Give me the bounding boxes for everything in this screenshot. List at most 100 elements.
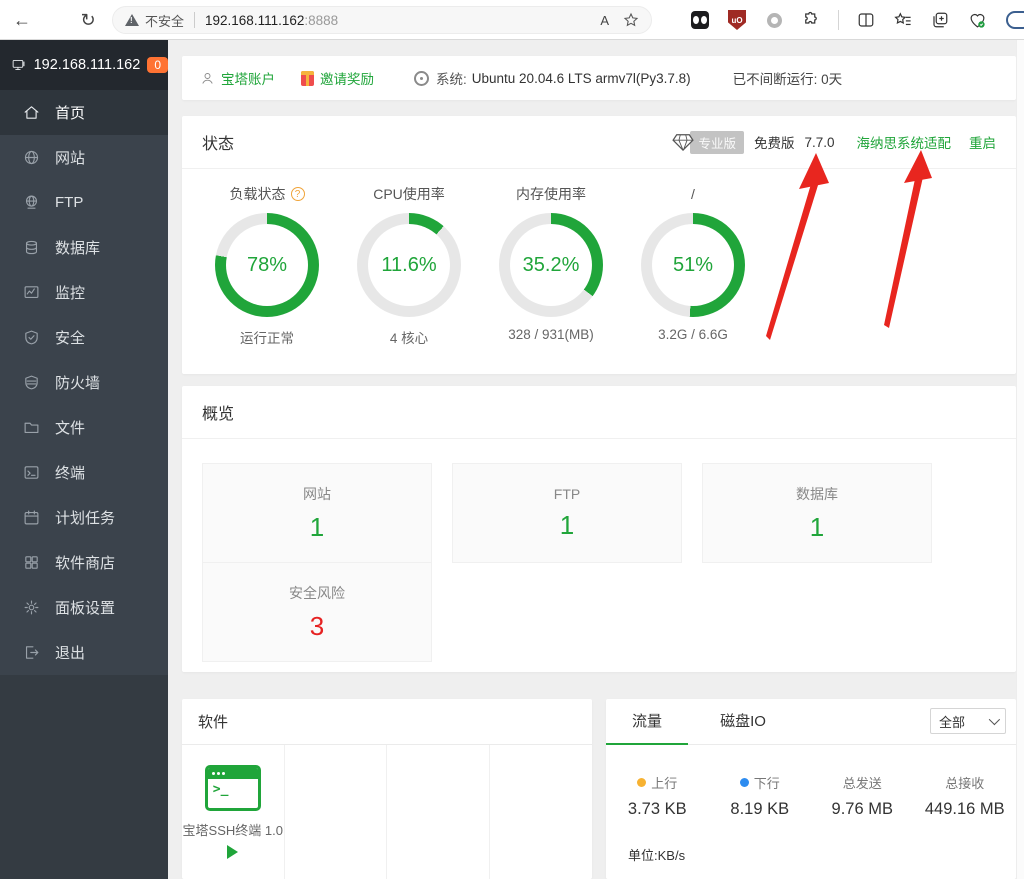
box-label: FTP xyxy=(554,486,580,502)
stat-value: 9.76 MB xyxy=(832,800,893,819)
pro-version-badge[interactable]: 专业版 xyxy=(690,131,744,154)
free-version-label: 免费版 xyxy=(754,132,795,152)
sidebar-item-logout[interactable]: 退出 xyxy=(0,630,168,675)
sidebar-item-label: 网站 xyxy=(55,147,85,168)
sidebar-item-terminal[interactable]: 终端 xyxy=(0,450,168,495)
overview-box-website[interactable]: 网站 1 xyxy=(202,463,432,563)
sidebar-item-security[interactable]: 安全 xyxy=(0,315,168,360)
stat-total-received: 总接收 449.16 MB xyxy=(914,773,1017,819)
not-secure-label[interactable]: 不安全 xyxy=(145,11,184,30)
user-icon xyxy=(200,71,215,86)
sidebar-item-settings[interactable]: 面板设置 xyxy=(0,585,168,630)
overview-title: 概览 xyxy=(202,400,234,424)
database-icon xyxy=(22,239,40,257)
stat-value: 449.16 MB xyxy=(925,800,1005,819)
ublock-shield-icon[interactable]: uO xyxy=(727,10,747,30)
gear-icon xyxy=(22,599,40,617)
gauges-row: 负载状态? 78% 运行正常 CPU使用率 11.6% 4 核心 内存使用率 3… xyxy=(182,169,1016,347)
not-secure-warning-icon xyxy=(125,14,139,26)
server-monitor-icon xyxy=(12,56,26,74)
gauge-sub: 328 / 931(MB) xyxy=(508,327,594,342)
traffic-filter-select[interactable]: 全部 xyxy=(930,708,1006,734)
help-icon[interactable]: ? xyxy=(291,187,305,201)
read-aloud-icon[interactable]: A xyxy=(600,13,609,28)
stat-upstream: 上行 3.73 KB xyxy=(606,773,709,819)
restart-link[interactable]: 重启 xyxy=(969,132,996,152)
home-icon xyxy=(22,104,40,122)
load-ring[interactable]: 78% xyxy=(215,213,319,317)
url-host[interactable]: 192.168.111.162 xyxy=(205,13,304,28)
hinas-adapt-link[interactable]: 海纳思系统适配 xyxy=(857,132,952,152)
filter-value: 全部 xyxy=(939,712,965,731)
back-icon[interactable]: ← xyxy=(10,8,34,32)
software-card: 软件 >_ 宝塔SSH终端 1.0 xyxy=(182,699,592,879)
extension-ring-icon[interactable] xyxy=(764,10,784,30)
cpu-ring[interactable]: 11.6% xyxy=(357,213,461,317)
overview-box-risk[interactable]: 安全风险 3 xyxy=(202,562,432,662)
baota-account-link[interactable]: 宝塔账户 xyxy=(221,68,275,88)
page-scrollbar[interactable] xyxy=(1016,40,1024,879)
overview-box-ftp[interactable]: FTP 1 xyxy=(452,463,682,563)
message-count-badge[interactable]: 0 xyxy=(147,57,168,73)
sidebar-item-appstore[interactable]: 软件商店 xyxy=(0,540,168,585)
divider xyxy=(194,12,195,28)
sidebar-item-firewall[interactable]: 防火墙 xyxy=(0,360,168,405)
box-count: 3 xyxy=(310,611,324,642)
ssh-terminal-app-icon[interactable]: >_ xyxy=(205,765,261,811)
copilot-cloud-icon[interactable] xyxy=(1004,10,1024,30)
globe-icon xyxy=(22,149,40,167)
collections-icon[interactable] xyxy=(930,10,950,30)
sidebar-item-label: 退出 xyxy=(55,642,85,663)
sidebar-item-website[interactable]: 网站 xyxy=(0,135,168,180)
sidebar-item-label: 面板设置 xyxy=(55,597,115,618)
firewall-shield-icon xyxy=(22,374,40,392)
extension-dark-icon[interactable] xyxy=(690,10,710,30)
sidebar-item-database[interactable]: 数据库 xyxy=(0,225,168,270)
gift-icon xyxy=(301,71,314,86)
gauge-sub: 4 核心 xyxy=(390,327,428,347)
uptime-text: 已不间断运行: 0天 xyxy=(733,68,843,88)
overview-box-database[interactable]: 数据库 1 xyxy=(702,463,932,563)
tab-diskio[interactable]: 磁盘IO xyxy=(702,699,784,745)
folder-icon xyxy=(22,419,40,437)
sidebar-item-files[interactable]: 文件 xyxy=(0,405,168,450)
software-cell-empty xyxy=(285,745,388,879)
browser-essentials-icon[interactable] xyxy=(967,10,987,30)
url-port: :8888 xyxy=(304,13,338,28)
disk-ring[interactable]: 51% xyxy=(641,213,745,317)
sidebar-item-ftp[interactable]: FTP xyxy=(0,180,168,225)
refresh-icon[interactable]: ↻ xyxy=(76,8,100,32)
gauge-cpu: CPU使用率 11.6% 4 核心 xyxy=(338,183,480,347)
sidebar-item-label: FTP xyxy=(55,194,83,211)
invite-reward-link[interactable]: 邀请奖励 xyxy=(320,68,374,88)
gauge-title: / xyxy=(691,186,695,202)
sidebar-item-cron[interactable]: 计划任务 xyxy=(0,495,168,540)
panel-version: 7.7.0 xyxy=(804,135,834,150)
sidebar: 192.168.111.162 0 首页 网站 FTP 数据库 监控 安全 xyxy=(0,40,168,879)
box-label: 数据库 xyxy=(796,484,838,504)
favorites-list-icon[interactable] xyxy=(893,10,913,30)
gauge-title: 负载状态 xyxy=(230,184,286,204)
sidebar-item-monitor[interactable]: 监控 xyxy=(0,270,168,315)
favorite-star-icon[interactable] xyxy=(623,12,639,28)
sidebar-menu: 首页 网站 FTP 数据库 监控 安全 防火墙 文件 xyxy=(0,90,168,675)
memory-ring[interactable]: 35.2% xyxy=(499,213,603,317)
logout-icon xyxy=(22,644,40,662)
browser-toolbar: ← ↻ 不安全 192.168.111.162 :8888 A uO xyxy=(0,0,1024,40)
terminal-icon xyxy=(22,464,40,482)
gauge-percent: 78% xyxy=(247,254,287,277)
gauge-sub: 3.2G / 6.6G xyxy=(658,327,728,342)
upstream-dot-icon xyxy=(637,778,646,787)
app-grid-icon xyxy=(22,554,40,572)
play-icon[interactable] xyxy=(227,845,238,859)
shield-check-icon xyxy=(22,329,40,347)
tab-traffic[interactable]: 流量 xyxy=(606,699,688,745)
overview-card: 概览 网站 1 FTP 1 数据库 1 安全风险 3 xyxy=(182,386,1016,672)
extensions-puzzle-icon[interactable] xyxy=(801,10,821,30)
ubuntu-os-icon xyxy=(414,71,429,86)
software-cell-ssh-terminal[interactable]: >_ 宝塔SSH终端 1.0 xyxy=(182,745,285,879)
stat-value: 3.73 KB xyxy=(628,800,687,819)
address-bar[interactable]: 不安全 192.168.111.162 :8888 A xyxy=(112,6,652,34)
split-screen-icon[interactable] xyxy=(856,10,876,30)
sidebar-item-home[interactable]: 首页 xyxy=(0,90,168,135)
